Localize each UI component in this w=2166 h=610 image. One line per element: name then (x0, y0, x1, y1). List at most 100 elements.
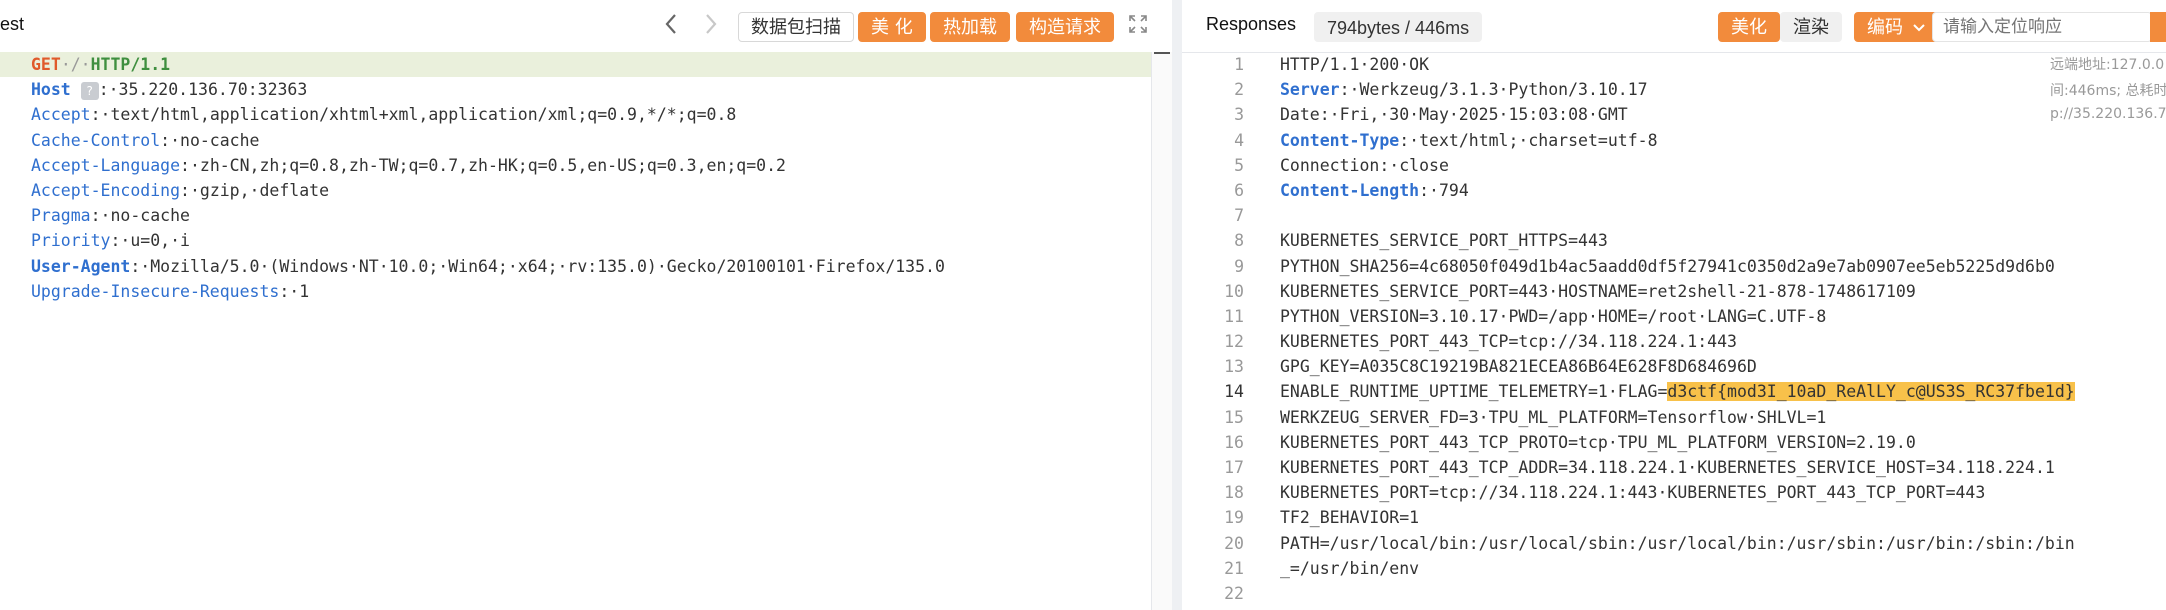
response-line: PYTHON_SHA256=4c68050f049d1b4ac5aadd0df5… (1280, 256, 2055, 276)
size-time-badge: 794bytes / 446ms (1314, 12, 1483, 42)
render-button[interactable]: 渲染 (1780, 12, 1842, 42)
header-key: Content-Length (1280, 180, 1420, 200)
header-value: :·Mozilla/5.0·(Windows·NT·10.0;·Win64;·x… (130, 256, 945, 276)
response-line: KUBERNETES_SERVICE_PORT=443·HOSTNAME=ret… (1280, 281, 1916, 301)
line-number: 9 (1234, 256, 1244, 276)
chevron-down-icon (1913, 24, 1925, 32)
header-value: :·1 (279, 281, 310, 301)
env-prefix: ENABLE_RUNTIME_UPTIME_TELEMETRY=1·FLAG= (1280, 382, 1668, 402)
line-number: 10 (1224, 281, 1244, 301)
header-value: :·Werkzeug/3.1.3·Python/3.10.17 (1339, 80, 1648, 100)
header-value: :·no-cache (90, 206, 190, 226)
line-number: 6 (1234, 180, 1244, 200)
response-line: WERKZEUG_SERVER_FD=3·TPU_ML_PLATFORM=Ten… (1280, 407, 1827, 427)
line-number: 5 (1234, 155, 1244, 175)
response-line: KUBERNETES_PORT_443_TCP_PROTO=tcp·TPU_ML… (1280, 432, 1916, 452)
line-number: 21 (1224, 558, 1244, 578)
search-button[interactable] (2150, 12, 2166, 42)
response-header: Responses 794bytes / 446ms 美化 渲染 编码 (1182, 0, 2166, 53)
line-number-gutter: 1 2 3 4 5 6 7 8 9 10 11 12 13 14 15 16 1… (1182, 52, 1244, 606)
request-scrollbar[interactable] (1151, 52, 1172, 610)
line-number: 14 (1224, 382, 1244, 402)
expand-icon[interactable] (1128, 14, 1148, 34)
line-number: 7 (1234, 206, 1244, 226)
request-line: Upgrade-Insecure-Requests:·1 (31, 279, 945, 304)
response-line: KUBERNETES_PORT=tcp://34.118.224.1:443·K… (1280, 483, 1986, 503)
request-line: Priority:·u=0,·i (31, 228, 945, 253)
request-pane: est 数据包扫描 美 化 热加载 构造请求 GET·/·HTTP/1.1 Ho… (0, 0, 1172, 610)
response-line: Server:·Werkzeug/3.1.3·Python/3.10.17 (1280, 77, 2075, 102)
request-line: Pragma:·no-cache (31, 203, 945, 228)
response-line (1280, 581, 2075, 606)
response-lines: HTTP/1.1·200·OK Server:·Werkzeug/3.1.3·P… (1280, 52, 2075, 606)
header-key: Cache-Control (31, 130, 161, 150)
help-icon[interactable]: ? (80, 81, 99, 100)
request-title: est (0, 14, 25, 34)
line-number: 22 (1224, 583, 1244, 603)
request-line: Accept:·text/html,application/xhtml+xml,… (31, 102, 945, 127)
request-line: Accept-Language:·zh-CN,zh;q=0.8,zh-TW;q=… (31, 153, 945, 178)
header-key: Accept-Encoding (31, 180, 181, 200)
packet-scan-button[interactable]: 数据包扫描 (738, 12, 854, 42)
request-line: Cache-Control:·no-cache (31, 128, 945, 153)
header-value: :·794 (1419, 180, 1469, 200)
header-value: :·gzip,·deflate (180, 180, 330, 200)
response-line: Content-Type:·text/html;·charset=utf-8 (1280, 128, 2075, 153)
line-number: 17 (1224, 458, 1244, 477)
header-value: :·zh-CN,zh;q=0.8,zh-TW;q=0.7,zh-HK;q=0.5… (180, 155, 786, 175)
pane-divider[interactable] (1172, 0, 1182, 610)
back-icon[interactable] (664, 12, 678, 41)
request-header: est 数据包扫描 美 化 热加载 构造请求 (0, 0, 1172, 53)
response-line: KUBERNETES_PORT_443_TCP_ADDR=34.118.224.… (1280, 458, 2055, 477)
request-line: Host ?:·35.220.136.70:32363 (31, 77, 945, 102)
line-number: 3 (1234, 105, 1244, 125)
flag-highlight: d3ctf{mod3I_10aD_ReAlLY_c@US3S_RC37fbe1d… (1667, 382, 2075, 402)
response-line: Content-Length:·794 (1280, 178, 2075, 203)
request-lines: GET·/·HTTP/1.1 Host ?:·35.220.136.70:323… (31, 52, 945, 304)
response-editor[interactable]: 1 2 3 4 5 6 7 8 9 10 11 12 13 14 15 16 1… (1182, 52, 2166, 610)
response-line: HTTP/1.1·200·OK (1280, 55, 1430, 74)
header-key: Server (1280, 80, 1340, 100)
response-line (1280, 203, 2075, 228)
request-editor[interactable]: GET·/·HTTP/1.1 Host ?:·35.220.136.70:323… (0, 52, 1172, 610)
method: GET (31, 55, 61, 74)
timing-meta: 间:446ms; 总耗时 (2050, 83, 2166, 99)
header-key: Content-Type (1280, 130, 1400, 150)
header-key: Pragma (31, 206, 91, 226)
response-line: Date:·Fri,·30·May·2025·15:03:08·GMT (1280, 105, 1628, 125)
line-number: 20 (1224, 533, 1244, 553)
response-line: KUBERNETES_SERVICE_PORT_HTTPS=443 (1280, 231, 1608, 251)
forward-icon[interactable] (704, 12, 718, 41)
response-line: PATH=/usr/local/bin:/usr/local/sbin:/usr… (1280, 533, 2075, 553)
scrollbar-thumb[interactable] (1154, 52, 1170, 54)
header-key: Host (31, 80, 71, 100)
header-key: Accept (31, 105, 91, 125)
response-line: _=/usr/bin/env (1280, 558, 1420, 578)
response-line: Connection:·close (1280, 155, 1449, 175)
response-line: PYTHON_VERSION=3.10.17·PWD=/app·HOME=/ro… (1280, 306, 1827, 326)
header-key: Upgrade-Insecure-Requests (31, 281, 280, 301)
encoding-dropdown[interactable]: 编码 (1854, 12, 1938, 42)
header-value: :·u=0,·i (110, 231, 190, 251)
response-line: KUBERNETES_PORT_443_TCP=tcp://34.118.224… (1280, 332, 1737, 352)
construct-request-button[interactable]: 构造请求 (1016, 12, 1114, 42)
response-beautify-button[interactable]: 美化 (1718, 12, 1780, 42)
hot-load-button[interactable]: 热加载 (930, 12, 1010, 42)
url-meta: p://35.220.136.70 (2050, 106, 2166, 122)
beautify-button[interactable]: 美 化 (858, 12, 926, 42)
locate-response-input[interactable] (1932, 12, 2152, 42)
response-title: Responses (1206, 14, 1297, 34)
line-number: 2 (1234, 80, 1244, 100)
response-line: TF2_BEHAVIOR=1 (1280, 508, 1420, 528)
line-number: 16 (1224, 432, 1244, 452)
line-number: 8 (1234, 231, 1244, 251)
response-line: ENABLE_RUNTIME_UPTIME_TELEMETRY=1·FLAG=d… (1280, 379, 2075, 404)
line-number: 18 (1224, 483, 1244, 503)
header-value: :·text/html,application/xhtml+xml,applic… (90, 105, 737, 125)
request-line: Accept-Encoding:·gzip,·deflate (31, 178, 945, 203)
line-number: 13 (1224, 357, 1244, 377)
header-key: User-Agent (31, 256, 131, 276)
path: ·/· (60, 55, 91, 74)
header-value: :·35.220.136.70:32363 (98, 80, 308, 100)
line-number: 15 (1224, 407, 1244, 427)
